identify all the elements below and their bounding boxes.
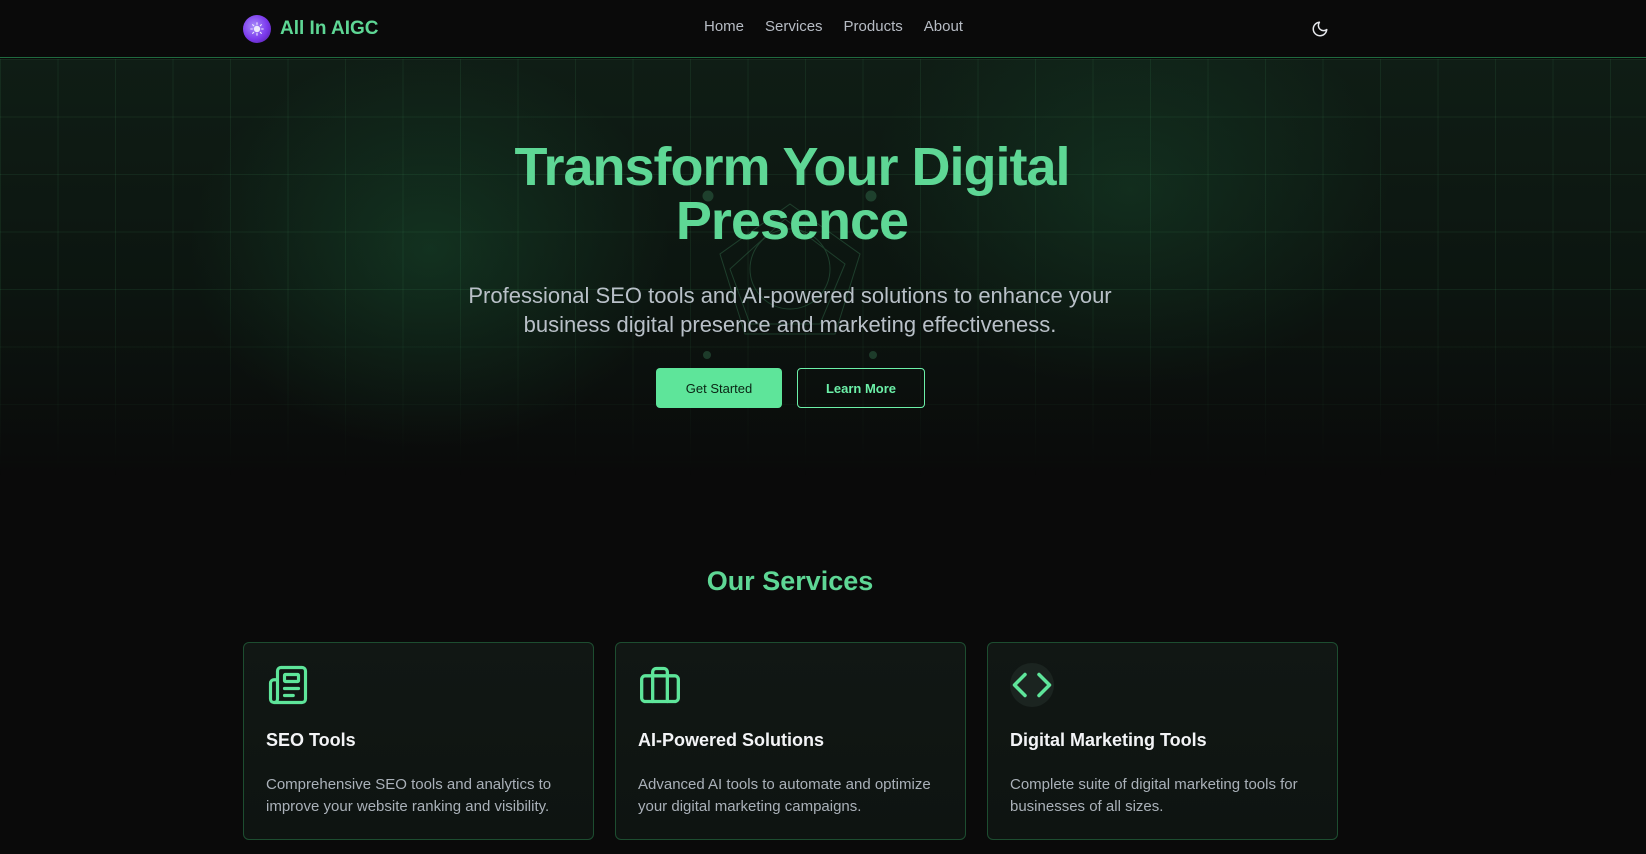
brand[interactable]: All In AIGC <box>243 15 379 43</box>
hero-section: Transform Your Digital Presence Professi… <box>0 59 1646 479</box>
briefcase-icon <box>638 663 682 707</box>
theme-toggle-button[interactable] <box>1309 18 1331 40</box>
hero-title-line1: Transform Your Digital <box>514 137 1070 197</box>
top-navbar: All In AIGC Home Services Products About <box>0 0 1646 58</box>
hero-subtitle: Professional SEO tools and AI-powered so… <box>440 281 1140 339</box>
moon-icon <box>1312 21 1328 37</box>
get-started-button[interactable]: Get Started <box>656 368 782 408</box>
brand-name: All In AIGC <box>280 18 379 39</box>
main-nav: Home Services Products About <box>704 18 963 35</box>
card-title: SEO Tools <box>266 730 356 750</box>
card-description: Comprehensive SEO tools and analytics to… <box>266 776 552 815</box>
code-icon <box>1010 663 1054 707</box>
service-card-ai-solutions[interactable]: AI-Powered Solutions Advanced AI tools t… <box>615 642 966 840</box>
card-description: Complete suite of digital marketing tool… <box>1010 776 1298 815</box>
nav-home[interactable]: Home <box>704 18 744 35</box>
learn-more-button[interactable]: Learn More <box>797 368 925 408</box>
card-title: AI-Powered Solutions <box>638 730 825 750</box>
newspaper-icon <box>266 663 310 707</box>
nav-about[interactable]: About <box>924 18 963 35</box>
hero-title: Transform Your Digital Presence <box>0 140 1584 248</box>
logo-icon <box>243 15 271 43</box>
service-card-seo-tools[interactable]: SEO Tools Comprehensive SEO tools and an… <box>243 642 594 840</box>
card-title: Digital Marketing Tools <box>1010 730 1207 750</box>
hero-title-line2: Presence <box>675 191 909 251</box>
service-card-digital-marketing[interactable]: Digital Marketing Tools Complete suite o… <box>987 642 1338 840</box>
services-title: Our Services <box>706 566 874 596</box>
card-description: Advanced AI tools to automate and optimi… <box>638 776 931 815</box>
nav-products[interactable]: Products <box>844 18 903 35</box>
hero-subtitle-line1: Professional SEO tools and AI-powered so… <box>468 283 1112 308</box>
hero-subtitle-line2: business digital presence and marketing … <box>523 312 1057 337</box>
nav-services[interactable]: Services <box>765 18 823 35</box>
landing-page: All In AIGC Home Services Products About… <box>0 0 1646 854</box>
